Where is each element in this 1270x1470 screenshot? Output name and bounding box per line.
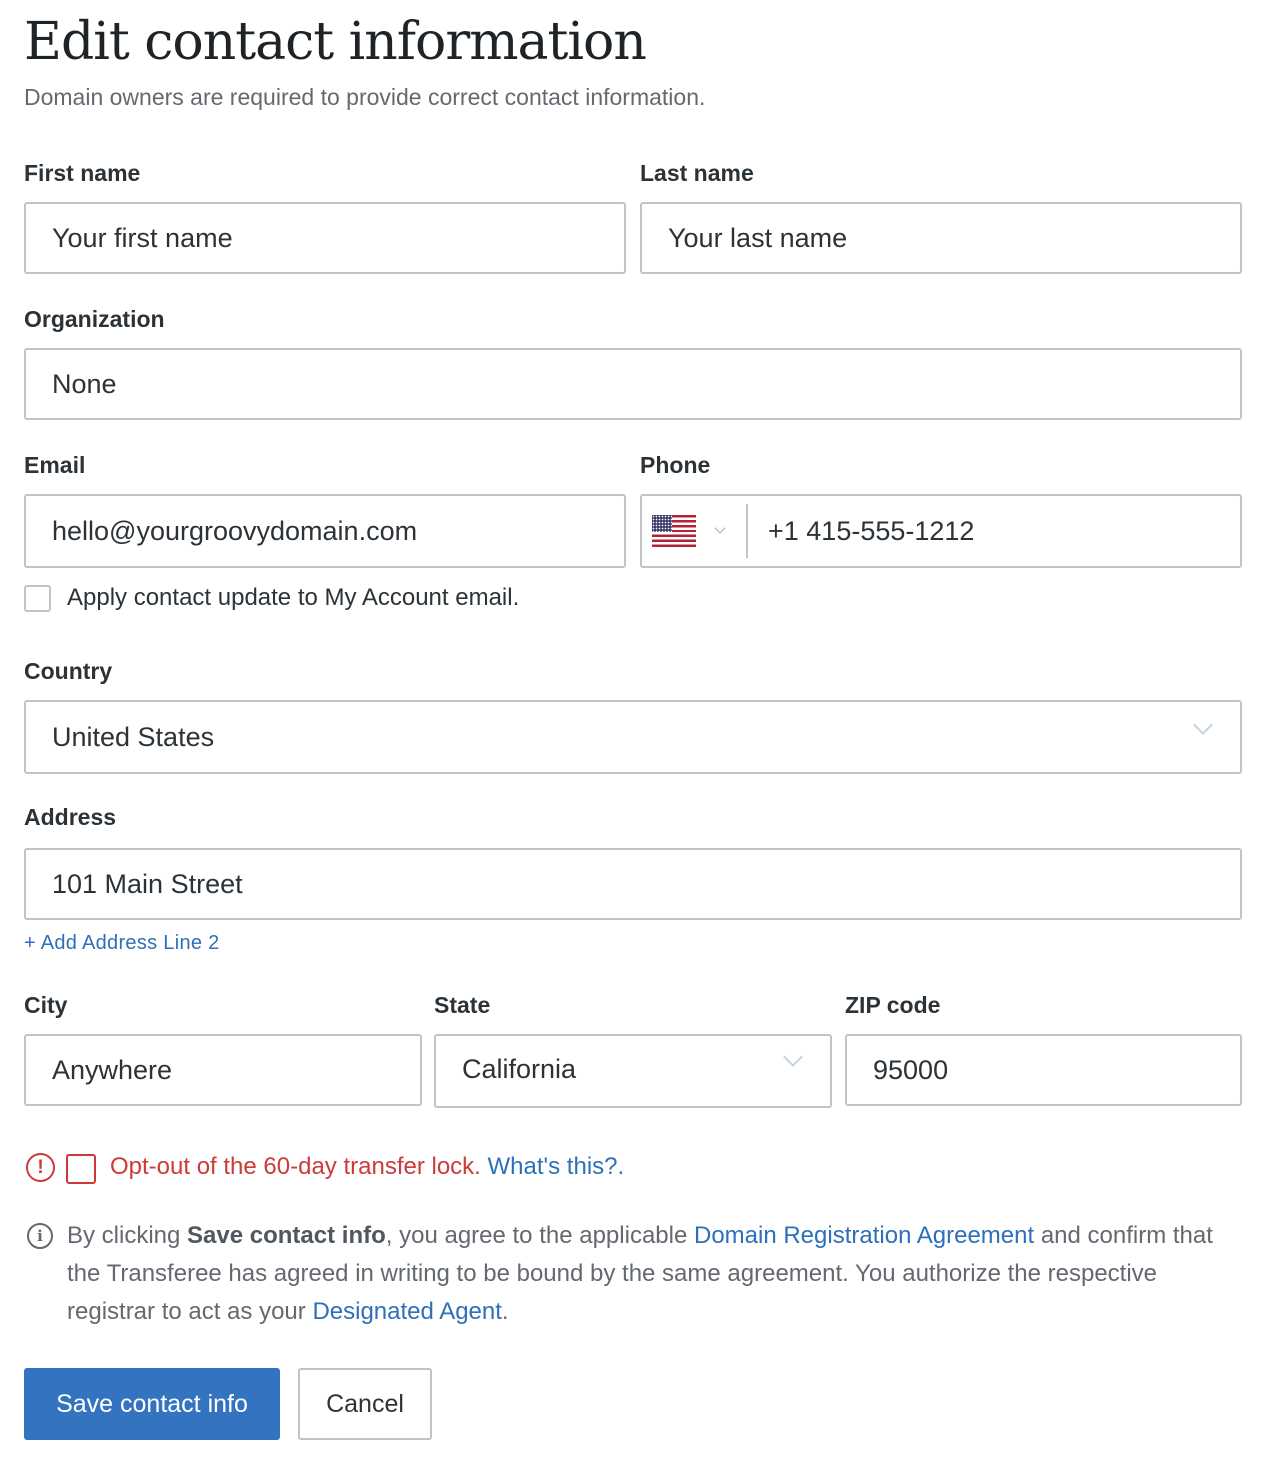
zip-value: 95000 [873,1054,949,1085]
address-value: 101 Main Street [52,868,243,899]
state-label: State [434,992,491,1018]
phone-value: +1 415-555-1212 [768,515,975,546]
first-name-input[interactable]: Your first name [24,202,626,274]
country-code-chevron-icon[interactable] [714,522,726,534]
organization-input[interactable]: None [24,348,1242,420]
first-name-value: Your first name [52,222,233,253]
designated-agent-link[interactable]: Designated Agent [312,1298,501,1325]
transfer-lock-optout-checkbox[interactable] [66,1154,96,1184]
email-label: Email [24,452,86,478]
error-alert-icon: ! [26,1153,55,1182]
zip-label: ZIP code [845,992,941,1018]
address-label: Address [24,804,117,830]
last-name-label: Last name [640,160,754,186]
email-value: hello@yourgroovydomain.com [52,515,418,546]
apply-account-email-checkbox[interactable] [24,585,51,612]
page-subtitle: Domain owners are required to provide co… [24,84,706,110]
page-title: Edit contact information [24,12,647,72]
phone-separator [746,504,748,558]
whats-this-trailing: . [617,1153,625,1180]
zip-input[interactable]: 95000 [845,1034,1242,1106]
save-contact-info-button[interactable]: Save contact info [24,1368,280,1440]
city-value: Anywhere [52,1054,173,1085]
first-name-label: First name [24,160,141,186]
country-label: Country [24,658,113,684]
last-name-input[interactable]: Your last name [640,202,1242,274]
legal-text: By clicking [67,1222,188,1249]
organization-label: Organization [24,306,165,332]
legal-notice: By clicking Save contact info, you agree… [67,1217,1247,1331]
organization-value: None [52,368,117,399]
legal-text: , you agree to the applicable [385,1222,694,1249]
cancel-button[interactable]: Cancel [298,1368,432,1440]
edit-contact-form: Edit contact information Domain owners a… [0,0,1270,1470]
legal-text: . [501,1298,509,1325]
country-value: United States [52,721,215,752]
address-input[interactable]: 101 Main Street [24,848,1242,920]
email-input[interactable]: hello@yourgroovydomain.com [24,494,626,568]
info-icon: i [27,1223,53,1249]
domain-registration-agreement-link[interactable]: Domain Registration Agreement [694,1222,1034,1249]
apply-account-email-label: Apply contact update to My Account email… [67,584,520,611]
last-name-value: Your last name [668,222,848,253]
country-select[interactable]: United States [24,700,1242,774]
city-label: City [24,992,68,1018]
legal-bold-text: Save contact info [187,1222,386,1249]
transfer-lock-text: Opt-out of the 60-day transfer lock. Wha… [110,1153,624,1181]
whats-this-link[interactable]: What's this? [488,1153,618,1180]
us-flag-icon[interactable] [652,515,696,547]
state-select[interactable]: California [434,1034,832,1108]
add-address-line-2-link[interactable]: + Add Address Line 2 [24,932,220,955]
transfer-lock-label: Opt-out of the 60-day transfer lock. [110,1153,481,1180]
phone-label: Phone [640,452,711,478]
state-value: California [462,1053,577,1084]
city-input[interactable]: Anywhere [24,1034,422,1106]
phone-input[interactable]: +1 415-555-1212 [640,494,1242,568]
